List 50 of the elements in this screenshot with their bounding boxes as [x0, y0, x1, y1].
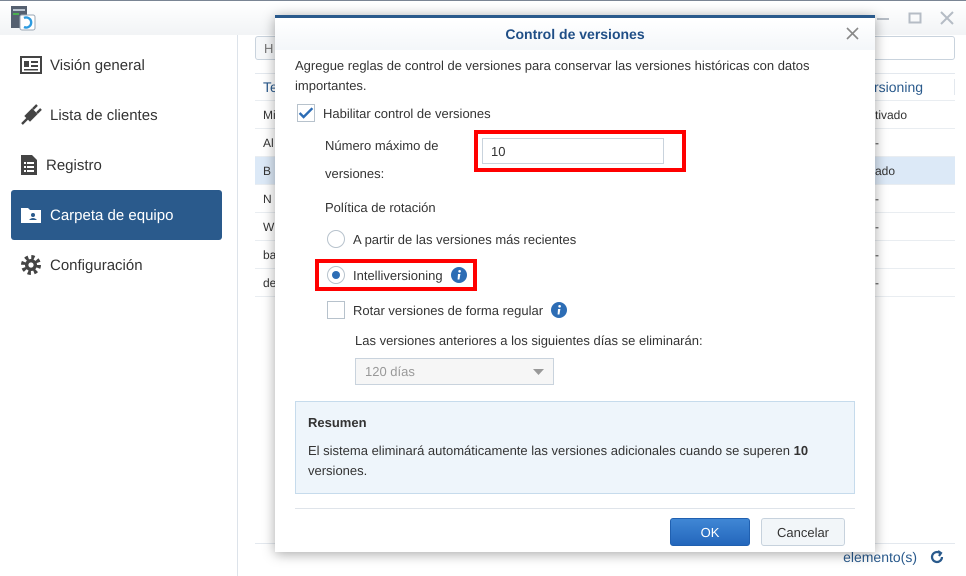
maximize-icon[interactable] [908, 11, 922, 25]
caret-icon [533, 368, 544, 374]
ok-button[interactable]: OK [670, 518, 750, 546]
sidebar-item[interactable]: Registro [11, 140, 222, 190]
radio-label[interactable]: Intelliversioning [353, 268, 443, 282]
table-cell-text: - [874, 136, 880, 150]
table-cell-text: - [874, 220, 880, 234]
input-field[interactable]: 10 [482, 138, 664, 164]
checkbox-label[interactable]: Rotar versiones de forma regular [353, 302, 544, 318]
close-icon[interactable] [846, 27, 859, 40]
sidebar-item[interactable]: Carpeta de equipo [11, 190, 222, 240]
section-label: Política de rotación [325, 200, 437, 215]
sidebar-item[interactable]: Lista de clientes [11, 90, 222, 140]
dialog-title: Control de versiones [505, 26, 645, 42]
radio-label[interactable]: A partir de las versiones más recientes [353, 232, 576, 246]
table-cell-text: - [874, 276, 880, 290]
field-label: Las versiones anteriores a los siguientes días se eliminarán: [355, 333, 704, 348]
item-count: elemento(s) [843, 549, 917, 565]
description-text: Agregue reglas de control de versiones para conservar las versiones históricas con datos importantes. [295, 57, 810, 95]
table-cell-text: W [262, 220, 274, 234]
summary-text: El sistema eliminará automáticamente las versiones adicionales cuando se superen 10 versiones. [308, 442, 810, 480]
table-cell-text: de [262, 276, 276, 290]
field-label: Número máximo de versiones: [325, 137, 440, 183]
checkbox[interactable] [297, 104, 315, 122]
table-cell-text: Mi [262, 108, 276, 122]
close-icon[interactable] [940, 11, 954, 25]
table-cell-text: - [874, 248, 880, 262]
table-cell-text: N [262, 192, 272, 206]
table-cell-text: - [874, 192, 880, 206]
app-logo-icon [10, 5, 36, 31]
id-card-icon [20, 56, 42, 74]
gear-icon [20, 254, 42, 276]
radio-button[interactable] [327, 266, 345, 284]
folder-person-icon [20, 206, 42, 224]
document-list-icon [20, 154, 38, 176]
table-cell-text: Al [262, 136, 274, 150]
cancel-button[interactable]: Cancelar [761, 518, 845, 546]
table-cell-text: ado [874, 164, 896, 178]
summary-title: Resumen [308, 414, 368, 432]
table-cell-text: tivado [874, 108, 908, 122]
checkbox-label[interactable]: Habilitar control de versiones [323, 106, 491, 120]
sidebar-item[interactable]: Configuración [11, 240, 222, 290]
radio-button[interactable] [327, 230, 345, 248]
refresh-icon[interactable] [929, 549, 945, 565]
table-cell-text: B [262, 164, 272, 178]
plug-icon [20, 104, 42, 126]
checkbox[interactable] [327, 301, 345, 319]
info-icon[interactable] [450, 267, 467, 283]
sidebar-item[interactable]: Visión general [11, 40, 222, 90]
info-icon[interactable] [551, 302, 568, 318]
